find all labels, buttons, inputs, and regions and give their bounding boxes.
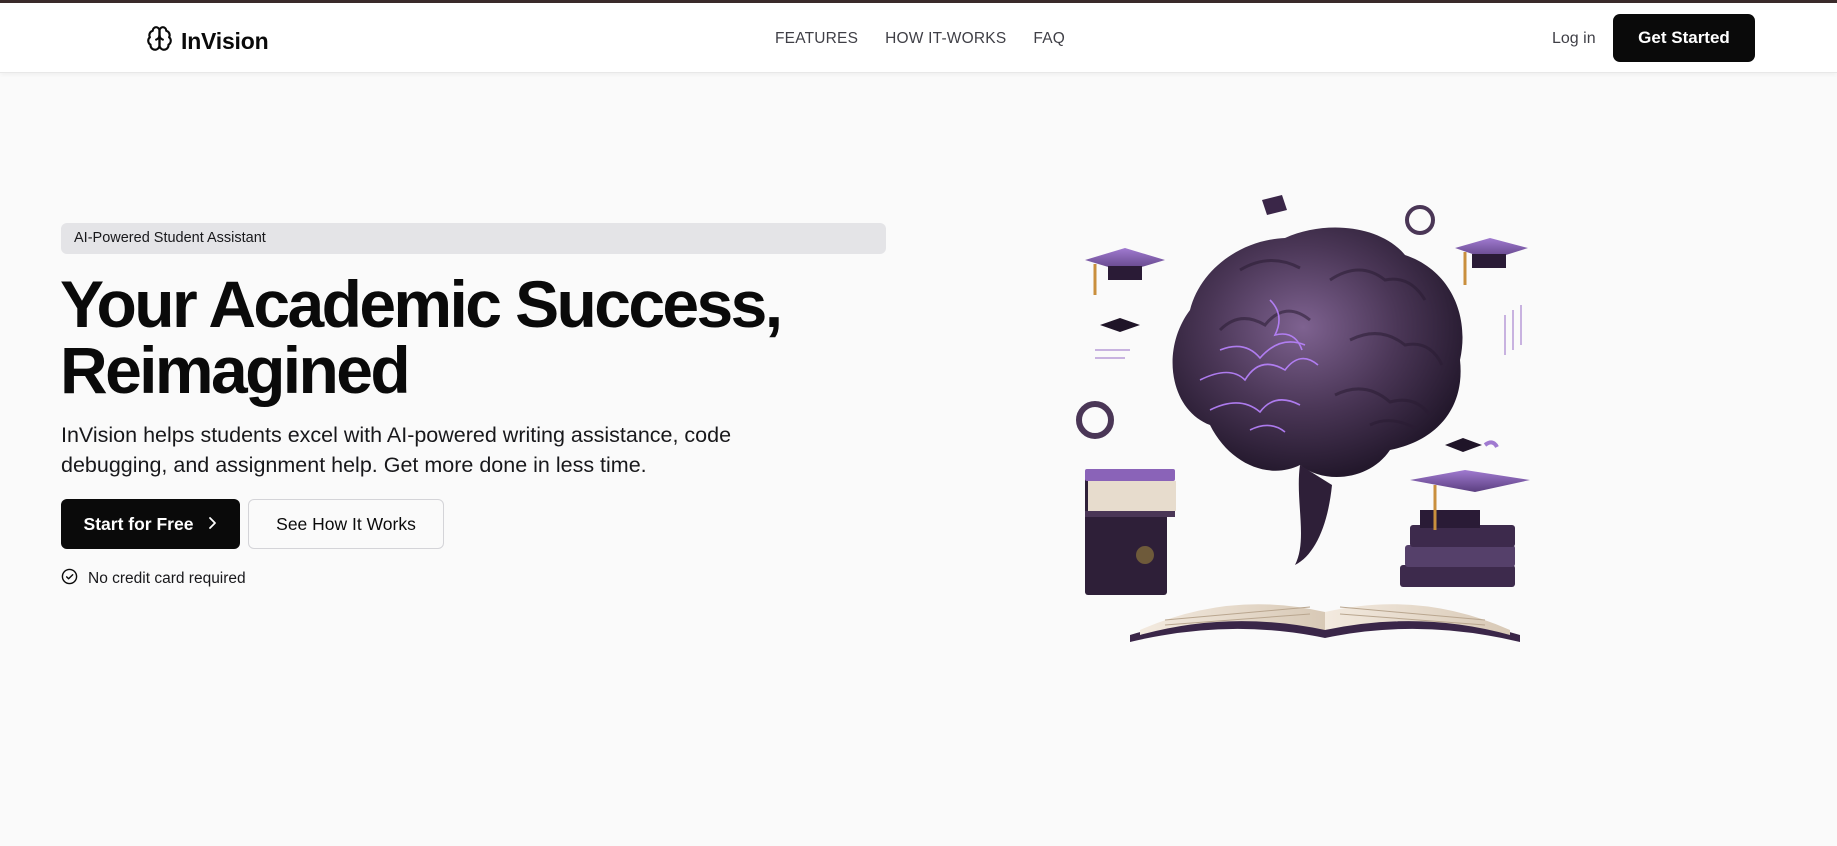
chevron-right-icon	[207, 514, 217, 535]
left-book-stack	[1085, 469, 1176, 595]
get-started-button[interactable]: Get Started	[1613, 14, 1755, 62]
brand-name: InVision	[181, 27, 269, 54]
hero-description: InVision helps students excel with AI-po…	[61, 423, 732, 477]
main-nav: FEATURES HOW IT-WORKS FAQ	[775, 30, 1065, 48]
brain-graphic	[1172, 227, 1463, 565]
site-header: InVision FEATURES HOW IT-WORKS FAQ Log i…	[0, 3, 1837, 73]
start-for-free-button[interactable]: Start for Free	[61, 499, 240, 549]
hero-title-line-2: Reimagined	[60, 333, 411, 407]
no-credit-card-note: No credit card required	[61, 568, 246, 590]
login-link[interactable]: Log in	[1552, 30, 1596, 48]
floating-book-graphic	[1262, 195, 1287, 215]
hero-illustration	[1070, 180, 1560, 650]
hero-title-line-1: Your Academic Success,	[60, 267, 783, 341]
open-book-graphic	[1130, 604, 1520, 642]
right-book-stack	[1400, 470, 1530, 587]
see-how-it-works-button[interactable]: See How It Works	[248, 499, 444, 549]
hero-badge: AI-Powered Student Assistant	[61, 223, 886, 254]
check-circle-icon	[61, 568, 78, 590]
no-credit-card-text: No credit card required	[88, 570, 246, 587]
nav-features[interactable]: FEATURES	[775, 30, 858, 48]
nav-how-it-works[interactable]: HOW IT-WORKS	[885, 30, 1006, 48]
nav-faq[interactable]: FAQ	[1033, 30, 1065, 48]
start-for-free-label: Start for Free	[83, 513, 194, 534]
hero-title: Your Academic Success, Reimagined	[60, 271, 820, 403]
brand-logo[interactable]: InVision	[146, 25, 269, 57]
brain-icon	[146, 25, 173, 57]
